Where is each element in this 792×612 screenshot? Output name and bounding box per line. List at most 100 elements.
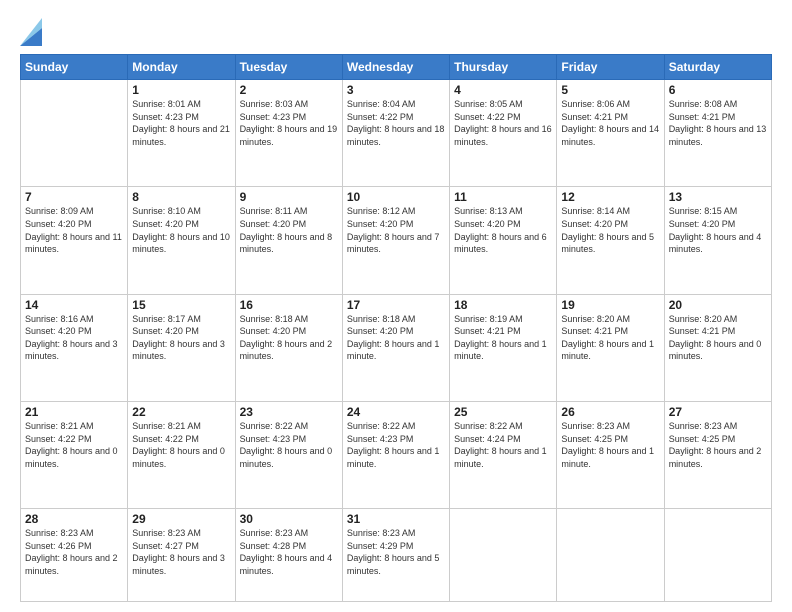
day-info: Sunrise: 8:22 AMSunset: 4:23 PMDaylight:… — [240, 420, 338, 470]
day-info: Sunrise: 8:18 AMSunset: 4:20 PMDaylight:… — [347, 313, 445, 363]
calendar-week-1: 7Sunrise: 8:09 AMSunset: 4:20 PMDaylight… — [21, 187, 772, 294]
day-number: 22 — [132, 405, 230, 419]
day-info: Sunrise: 8:11 AMSunset: 4:20 PMDaylight:… — [240, 205, 338, 255]
calendar-cell: 11Sunrise: 8:13 AMSunset: 4:20 PMDayligh… — [450, 187, 557, 294]
day-number: 4 — [454, 83, 552, 97]
day-number: 20 — [669, 298, 767, 312]
calendar-cell: 9Sunrise: 8:11 AMSunset: 4:20 PMDaylight… — [235, 187, 342, 294]
day-number: 3 — [347, 83, 445, 97]
day-info: Sunrise: 8:15 AMSunset: 4:20 PMDaylight:… — [669, 205, 767, 255]
calendar-header-friday: Friday — [557, 55, 664, 80]
day-number: 13 — [669, 190, 767, 204]
calendar-table: SundayMondayTuesdayWednesdayThursdayFrid… — [20, 54, 772, 602]
day-info: Sunrise: 8:03 AMSunset: 4:23 PMDaylight:… — [240, 98, 338, 148]
calendar-cell: 29Sunrise: 8:23 AMSunset: 4:27 PMDayligh… — [128, 509, 235, 602]
calendar-header-row: SundayMondayTuesdayWednesdayThursdayFrid… — [21, 55, 772, 80]
day-number: 28 — [25, 512, 123, 526]
day-info: Sunrise: 8:23 AMSunset: 4:28 PMDaylight:… — [240, 527, 338, 577]
day-info: Sunrise: 8:20 AMSunset: 4:21 PMDaylight:… — [669, 313, 767, 363]
day-number: 16 — [240, 298, 338, 312]
calendar-cell — [664, 509, 771, 602]
calendar-cell: 4Sunrise: 8:05 AMSunset: 4:22 PMDaylight… — [450, 80, 557, 187]
calendar-cell: 27Sunrise: 8:23 AMSunset: 4:25 PMDayligh… — [664, 401, 771, 508]
day-number: 30 — [240, 512, 338, 526]
calendar-cell: 19Sunrise: 8:20 AMSunset: 4:21 PMDayligh… — [557, 294, 664, 401]
calendar-cell: 14Sunrise: 8:16 AMSunset: 4:20 PMDayligh… — [21, 294, 128, 401]
calendar-cell: 26Sunrise: 8:23 AMSunset: 4:25 PMDayligh… — [557, 401, 664, 508]
calendar-cell: 2Sunrise: 8:03 AMSunset: 4:23 PMDaylight… — [235, 80, 342, 187]
day-number: 12 — [561, 190, 659, 204]
calendar-header-monday: Monday — [128, 55, 235, 80]
calendar-header-wednesday: Wednesday — [342, 55, 449, 80]
day-info: Sunrise: 8:04 AMSunset: 4:22 PMDaylight:… — [347, 98, 445, 148]
day-info: Sunrise: 8:12 AMSunset: 4:20 PMDaylight:… — [347, 205, 445, 255]
calendar-cell — [557, 509, 664, 602]
day-info: Sunrise: 8:18 AMSunset: 4:20 PMDaylight:… — [240, 313, 338, 363]
calendar-cell: 10Sunrise: 8:12 AMSunset: 4:20 PMDayligh… — [342, 187, 449, 294]
calendar-week-0: 1Sunrise: 8:01 AMSunset: 4:23 PMDaylight… — [21, 80, 772, 187]
day-info: Sunrise: 8:16 AMSunset: 4:20 PMDaylight:… — [25, 313, 123, 363]
day-number: 17 — [347, 298, 445, 312]
day-info: Sunrise: 8:23 AMSunset: 4:26 PMDaylight:… — [25, 527, 123, 577]
day-number: 25 — [454, 405, 552, 419]
day-info: Sunrise: 8:23 AMSunset: 4:25 PMDaylight:… — [669, 420, 767, 470]
logo — [20, 18, 44, 46]
calendar-cell: 18Sunrise: 8:19 AMSunset: 4:21 PMDayligh… — [450, 294, 557, 401]
day-number: 8 — [132, 190, 230, 204]
day-number: 27 — [669, 405, 767, 419]
calendar-cell: 22Sunrise: 8:21 AMSunset: 4:22 PMDayligh… — [128, 401, 235, 508]
day-info: Sunrise: 8:22 AMSunset: 4:24 PMDaylight:… — [454, 420, 552, 470]
calendar-cell: 8Sunrise: 8:10 AMSunset: 4:20 PMDaylight… — [128, 187, 235, 294]
calendar-cell: 21Sunrise: 8:21 AMSunset: 4:22 PMDayligh… — [21, 401, 128, 508]
calendar-cell — [450, 509, 557, 602]
calendar-cell — [21, 80, 128, 187]
calendar-week-2: 14Sunrise: 8:16 AMSunset: 4:20 PMDayligh… — [21, 294, 772, 401]
day-info: Sunrise: 8:05 AMSunset: 4:22 PMDaylight:… — [454, 98, 552, 148]
calendar-week-4: 28Sunrise: 8:23 AMSunset: 4:26 PMDayligh… — [21, 509, 772, 602]
day-number: 14 — [25, 298, 123, 312]
day-info: Sunrise: 8:06 AMSunset: 4:21 PMDaylight:… — [561, 98, 659, 148]
day-number: 9 — [240, 190, 338, 204]
calendar-cell: 3Sunrise: 8:04 AMSunset: 4:22 PMDaylight… — [342, 80, 449, 187]
day-number: 24 — [347, 405, 445, 419]
calendar-cell: 24Sunrise: 8:22 AMSunset: 4:23 PMDayligh… — [342, 401, 449, 508]
calendar-header-sunday: Sunday — [21, 55, 128, 80]
day-info: Sunrise: 8:21 AMSunset: 4:22 PMDaylight:… — [132, 420, 230, 470]
day-info: Sunrise: 8:13 AMSunset: 4:20 PMDaylight:… — [454, 205, 552, 255]
calendar-cell: 31Sunrise: 8:23 AMSunset: 4:29 PMDayligh… — [342, 509, 449, 602]
day-number: 29 — [132, 512, 230, 526]
calendar-cell: 12Sunrise: 8:14 AMSunset: 4:20 PMDayligh… — [557, 187, 664, 294]
day-info: Sunrise: 8:21 AMSunset: 4:22 PMDaylight:… — [25, 420, 123, 470]
calendar-header-thursday: Thursday — [450, 55, 557, 80]
day-info: Sunrise: 8:23 AMSunset: 4:25 PMDaylight:… — [561, 420, 659, 470]
calendar-cell: 15Sunrise: 8:17 AMSunset: 4:20 PMDayligh… — [128, 294, 235, 401]
day-number: 11 — [454, 190, 552, 204]
calendar-cell: 20Sunrise: 8:20 AMSunset: 4:21 PMDayligh… — [664, 294, 771, 401]
day-number: 26 — [561, 405, 659, 419]
header — [20, 18, 772, 46]
calendar-cell: 16Sunrise: 8:18 AMSunset: 4:20 PMDayligh… — [235, 294, 342, 401]
day-info: Sunrise: 8:14 AMSunset: 4:20 PMDaylight:… — [561, 205, 659, 255]
page: SundayMondayTuesdayWednesdayThursdayFrid… — [0, 0, 792, 612]
day-info: Sunrise: 8:09 AMSunset: 4:20 PMDaylight:… — [25, 205, 123, 255]
day-number: 18 — [454, 298, 552, 312]
day-info: Sunrise: 8:08 AMSunset: 4:21 PMDaylight:… — [669, 98, 767, 148]
day-number: 10 — [347, 190, 445, 204]
day-number: 23 — [240, 405, 338, 419]
calendar-cell: 13Sunrise: 8:15 AMSunset: 4:20 PMDayligh… — [664, 187, 771, 294]
day-info: Sunrise: 8:23 AMSunset: 4:27 PMDaylight:… — [132, 527, 230, 577]
day-number: 31 — [347, 512, 445, 526]
calendar-header-tuesday: Tuesday — [235, 55, 342, 80]
day-number: 5 — [561, 83, 659, 97]
calendar-cell: 30Sunrise: 8:23 AMSunset: 4:28 PMDayligh… — [235, 509, 342, 602]
day-number: 15 — [132, 298, 230, 312]
logo-icon — [20, 18, 42, 46]
day-number: 21 — [25, 405, 123, 419]
calendar-cell: 1Sunrise: 8:01 AMSunset: 4:23 PMDaylight… — [128, 80, 235, 187]
day-number: 7 — [25, 190, 123, 204]
day-info: Sunrise: 8:20 AMSunset: 4:21 PMDaylight:… — [561, 313, 659, 363]
calendar-cell: 17Sunrise: 8:18 AMSunset: 4:20 PMDayligh… — [342, 294, 449, 401]
calendar-cell: 6Sunrise: 8:08 AMSunset: 4:21 PMDaylight… — [664, 80, 771, 187]
calendar-cell: 23Sunrise: 8:22 AMSunset: 4:23 PMDayligh… — [235, 401, 342, 508]
day-number: 2 — [240, 83, 338, 97]
